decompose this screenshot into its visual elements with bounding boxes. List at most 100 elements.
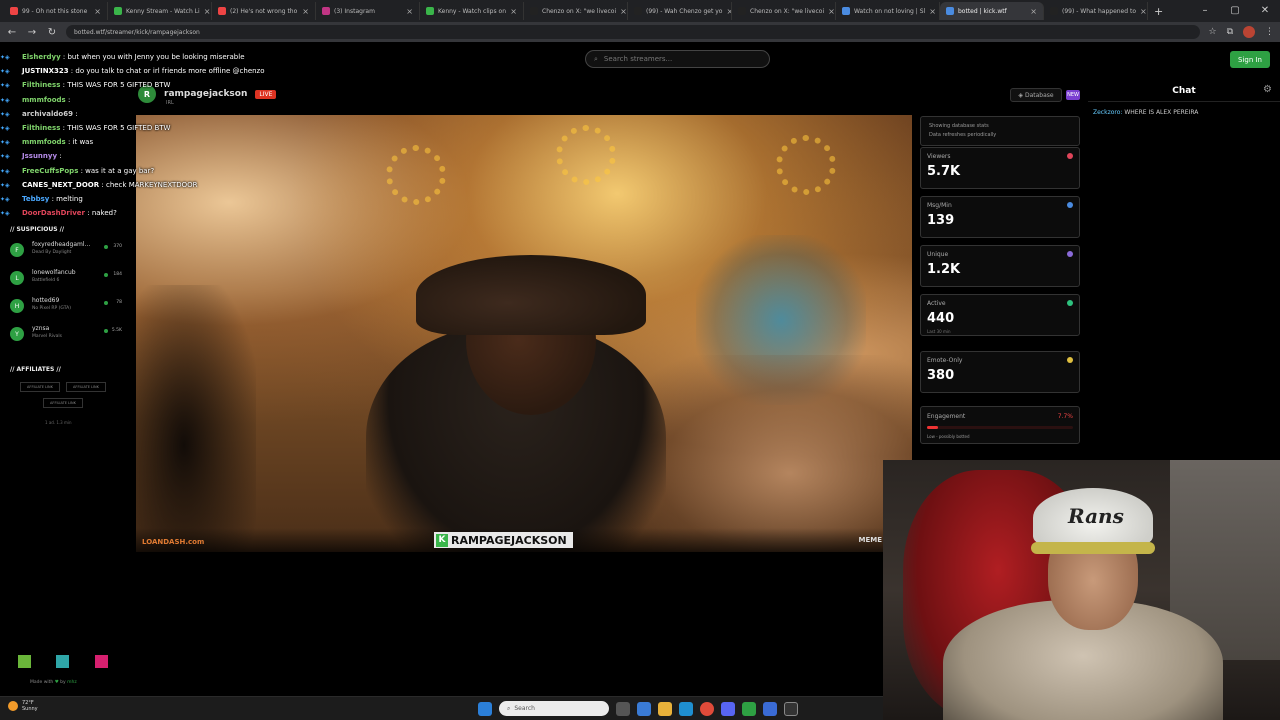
app-icon[interactable] (742, 701, 756, 716)
gear-icon[interactable]: ⚙ (1263, 84, 1272, 95)
bookmark-star-icon[interactable]: ☆ (1208, 27, 1216, 37)
weather-widget[interactable]: 72°F Sunny (8, 700, 38, 712)
browser-tab[interactable]: (2) He's not wrong tho × (212, 2, 316, 20)
copilot-icon[interactable] (637, 701, 651, 716)
suspicious-avatar: H (10, 299, 24, 313)
browser-tab[interactable]: Chenzo on X: "we livecoi × (524, 2, 628, 20)
tab-close-icon[interactable]: × (510, 7, 517, 16)
chat-badges-icon: ✦◈ (0, 210, 10, 218)
chrome-icon[interactable] (700, 701, 714, 716)
tab-close-icon[interactable]: × (620, 7, 627, 16)
tab-close-icon[interactable]: × (1030, 7, 1037, 16)
viewer-dot-icon (104, 273, 108, 277)
browser-tab[interactable]: 99 - Oh not this stone × (4, 2, 108, 20)
tab-label: Watch on not loving | Sl (854, 7, 926, 15)
affiliate-button[interactable]: AFFILIATE LINK (20, 382, 60, 392)
suspicious-count: 370 (113, 244, 122, 249)
obs-icon[interactable] (784, 701, 798, 716)
start-icon[interactable] (478, 701, 492, 716)
suspicious-name: foxyredheadgaml... (32, 241, 91, 248)
stat-indicator-icon (1067, 251, 1073, 257)
new-tab-icon[interactable]: + (1154, 5, 1163, 18)
stat-label: Active (927, 300, 946, 307)
suspicious-item[interactable]: Ffoxyredheadgaml... Dead By Daylight 370 (10, 240, 122, 266)
tab-close-icon[interactable]: × (828, 7, 835, 16)
browser-tab[interactable]: Kenny - Watch clips on × (420, 2, 524, 20)
chat-badges-icon: ✦◈ (0, 96, 10, 104)
stat-indicator-icon (1067, 357, 1073, 363)
browser-tab[interactable]: botted | kick.wtf × (940, 2, 1044, 20)
color-swatch[interactable] (18, 655, 31, 668)
menu-icon[interactable]: ⋮ (1265, 27, 1274, 37)
tab-label: Chenzo on X: "we livecoi (750, 7, 825, 15)
tab-close-icon[interactable]: × (1140, 7, 1147, 16)
browser-tab[interactable]: (99) - Wah Chenzo get yo× (628, 2, 732, 20)
forward-icon[interactable]: → (26, 27, 38, 38)
stat-card: Active 440 Last 30 min (920, 294, 1080, 336)
minimize-button[interactable]: – (1190, 0, 1220, 22)
weather-condition: Sunny (22, 706, 38, 712)
color-swatch[interactable] (95, 655, 108, 668)
tab-close-icon[interactable]: × (302, 7, 309, 16)
stat-value: 380 (927, 368, 955, 383)
stat-label: Viewers (927, 153, 951, 160)
tab-label: (3) Instagram (334, 7, 375, 15)
tab-label: Chenzo on X: "we livecoi (542, 7, 617, 15)
chat-overlay-user: mmmfoods (22, 138, 66, 147)
chat-badges-icon: ✦◈ (0, 124, 10, 132)
chat-overlay-text: THIS WAS FOR 5 GIFTED BTW (67, 81, 171, 90)
browser-tab[interactable]: Kenny Stream - Watch Li × (108, 2, 212, 20)
file-explorer-icon[interactable] (658, 701, 672, 716)
affiliate-button[interactable]: AFFILIATE LINK (66, 382, 106, 392)
maximize-button[interactable]: ▢ (1220, 0, 1250, 22)
profile-avatar[interactable] (1243, 26, 1255, 38)
tab-favicon-icon (10, 7, 18, 15)
chat-overlay-text: THIS WAS FOR 5 GIFTED BTW (67, 123, 171, 132)
url-field[interactable]: botted.wtf/streamer/kick/rampagejackson (66, 25, 1201, 39)
stat-value: 5.7K (927, 164, 961, 179)
browser-tab[interactable]: (99) - What happened to × (1044, 2, 1148, 20)
author-name[interactable]: mhz (67, 680, 77, 685)
app-icon[interactable] (763, 701, 777, 716)
sponsor-logo: LOANDASH.com (142, 538, 205, 546)
chat-overlay-line: ✦◈ JUSTINX323 : do you talk to chat or ir… (0, 64, 300, 78)
suspicious-item[interactable]: Hhotted69 No Pixel RP (GTA) 78 (10, 296, 122, 322)
color-swatch[interactable] (56, 655, 69, 668)
tab-close-icon[interactable]: × (94, 7, 101, 16)
sign-in-button[interactable]: Sign In (1230, 51, 1270, 68)
viewer-dot-icon (104, 329, 108, 333)
suspicious-game: Battlefield 6 (32, 278, 60, 283)
stat-card: Viewers 5.7K (920, 147, 1080, 189)
chat-overlay-line: ✦◈ Filthiness : THIS WAS FOR 5 GIFTED BTW (0, 78, 300, 92)
tab-close-icon[interactable]: × (406, 7, 413, 16)
tab-label: 99 - Oh not this stone (22, 7, 88, 15)
search-input[interactable]: ⌕ Search streamers... (585, 50, 770, 68)
browser-tab[interactable]: (3) Instagram × (316, 2, 420, 20)
close-window-button[interactable]: ✕ (1250, 0, 1280, 22)
tab-close-icon[interactable]: × (204, 7, 211, 16)
task-view-icon[interactable] (616, 701, 630, 716)
affiliate-button[interactable]: AFFILIATE LINK (43, 398, 83, 408)
browser-tab[interactable]: Chenzo on X: "we livecoi × (732, 2, 836, 20)
made-by-label: by (60, 680, 66, 685)
extensions-icon[interactable]: ⧉ (1227, 27, 1233, 37)
tab-label: (2) He's not wrong tho (230, 7, 298, 15)
search-placeholder: Search streamers... (603, 55, 673, 63)
decor-flower (386, 145, 446, 205)
tab-close-icon[interactable]: × (929, 7, 936, 16)
tab-label: botted | kick.wtf (958, 7, 1007, 15)
chat-overlay-text: naked? (91, 209, 117, 218)
edge-icon[interactable] (679, 701, 693, 716)
engagement-card: Engagement 7.7% Low - possibly botted (920, 406, 1080, 444)
screen: 99 - Oh not this stone × Kenny Stream - Wa… (0, 0, 1280, 720)
suspicious-item[interactable]: Llonewolfancub Battlefield 6 184 (10, 268, 122, 294)
taskbar-search[interactable]: ⌕ Search (499, 701, 609, 716)
browser-tab[interactable]: Watch on not loving | Sl × (836, 2, 940, 20)
database-button[interactable]: ◈ Database (1010, 88, 1062, 102)
reload-icon[interactable]: ↻ (46, 27, 58, 38)
back-icon[interactable]: ← (6, 27, 18, 38)
browser-tabbar: 99 - Oh not this stone × Kenny Stream - Wa… (0, 0, 1280, 22)
chat-badges-icon: ✦◈ (0, 195, 10, 203)
discord-icon[interactable] (721, 701, 735, 716)
suspicious-item[interactable]: Yyznsa Marvel Rivals 5.5K (10, 324, 122, 350)
